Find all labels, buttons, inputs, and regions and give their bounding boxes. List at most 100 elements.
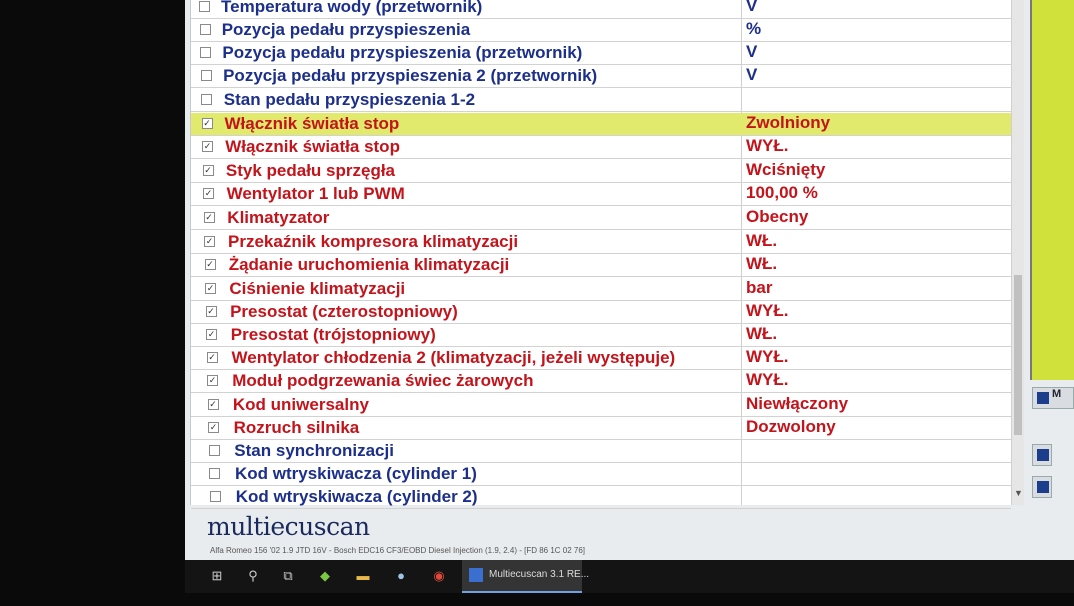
multiecuscan-window: Temperatura wody (przetwornik) V Pozycja p… xyxy=(185,0,1074,560)
steam-icon[interactable]: ● xyxy=(393,568,409,584)
parameter-name: Styk pedału sprzęgła xyxy=(225,161,396,180)
table-row[interactable]: ✓ Klimatyzator Obecny xyxy=(191,207,1011,230)
parameter-name: Pozycja pedału przyspieszenia xyxy=(221,20,471,39)
parameter-value: Zwolniony xyxy=(746,113,831,132)
table-row[interactable]: ✓ Wentylator 1 lub PWM 100,00 % xyxy=(191,183,1011,206)
parameter-value: WYŁ. xyxy=(746,370,789,389)
parameter-value: Wciśnięty xyxy=(746,160,826,179)
row-checkbox[interactable]: ✓ xyxy=(208,422,219,433)
table-row[interactable]: Stan synchronizacji xyxy=(191,440,1011,463)
row-checkbox[interactable] xyxy=(201,94,212,105)
panel-icon xyxy=(1037,392,1049,404)
row-checkbox[interactable]: ✓ xyxy=(206,352,218,363)
table-scrollbar[interactable]: ▼ xyxy=(1011,0,1024,505)
table-row[interactable]: Pozycja pedału przyspieszenia% xyxy=(191,19,1011,42)
app-logo: multiecuscan xyxy=(207,512,370,541)
row-checkbox[interactable]: ✓ xyxy=(203,212,215,223)
row-checkbox[interactable] xyxy=(209,491,221,502)
table-row[interactable]: ✓ Moduł podgrzewania świec żarowych WYŁ. xyxy=(191,370,1011,393)
parameter-name: Pozycja pedału przyspieszenia (przetworn… xyxy=(222,43,583,62)
table-row[interactable]: ✓ Kod uniwersalny Niewłączony xyxy=(191,394,1011,417)
taskbar-multiecuscan-label: Multiecuscan 3.1 RE... xyxy=(489,569,590,580)
row-checkbox[interactable] xyxy=(199,24,211,35)
parameter-value: 100,00 % xyxy=(746,183,818,202)
parameter-name: Stan pedału przyspieszenia 1-2 xyxy=(223,90,476,109)
parameter-name: Żądanie uruchomienia klimatyzacji xyxy=(228,255,510,274)
table-row[interactable]: ✓ Rozruch silnika Dozwolony xyxy=(191,417,1011,440)
table-row[interactable]: Kod wtryskiwacza (cylinder 1) xyxy=(191,463,1011,486)
parameter-name: Przekaźnik kompresora klimatyzacji xyxy=(228,232,519,251)
right-panel-button[interactable]: M xyxy=(1032,387,1074,409)
table-row[interactable]: ✓ Żądanie uruchomienia klimatyzacji WŁ. xyxy=(191,254,1011,277)
parameter-value: WŁ. xyxy=(746,254,778,273)
parameter-value: V xyxy=(746,65,758,84)
row-checkbox[interactable]: ✓ xyxy=(202,141,213,152)
row-checkbox[interactable] xyxy=(208,445,220,456)
parameter-name: Presostat (czterostopniowy) xyxy=(230,302,458,321)
parameter-name: Ciśnienie klimatyzacji xyxy=(229,279,406,298)
parameter-name: Kod wtryskiwacza (cylinder 1) xyxy=(235,464,477,483)
table-row[interactable]: ✓ Presostat (trójstopniowy) WŁ. xyxy=(191,324,1011,347)
parameter-name: Moduł podgrzewania świec żarowych xyxy=(232,371,534,390)
parameter-value: WŁ. xyxy=(746,231,778,250)
parameter-value: WYŁ. xyxy=(746,136,789,155)
table-row[interactable]: Pozycja pedału przyspieszenia 2 (przetwo… xyxy=(191,65,1011,88)
right-panel-small-button-1[interactable] xyxy=(1032,444,1052,466)
table-row[interactable]: Temperatura wody (przetwornik) V xyxy=(191,0,1011,19)
row-checkbox[interactable]: ✓ xyxy=(207,375,218,386)
table-row[interactable]: ✓ Przekaźnik kompresora klimatyzacji WŁ. xyxy=(191,231,1011,254)
parameter-name: Włącznik światła stop xyxy=(224,114,400,133)
table-row[interactable]: ✓ Wentylator chłodzenia 2 (klimatyzacji, … xyxy=(191,347,1011,370)
row-checkbox[interactable]: ✓ xyxy=(204,259,216,270)
task-view-icon[interactable]: ⧉ xyxy=(280,568,296,584)
table-row[interactable]: Pozycja pedału przyspieszenia (przetworn… xyxy=(191,42,1011,65)
row-checkbox[interactable]: ✓ xyxy=(205,283,216,294)
row-checkbox[interactable] xyxy=(200,70,212,81)
row-checkbox[interactable] xyxy=(199,1,210,12)
panel-icon xyxy=(1037,449,1049,461)
table-row[interactable]: ✓ Styk pedału sprzęgła Wciśnięty xyxy=(191,160,1011,183)
row-checkbox[interactable]: ✓ xyxy=(207,399,219,410)
parameter-value: bar xyxy=(746,278,773,297)
status-bar: Alfa Romeo 156 '02 1.9 JTD 16V - Bosch E… xyxy=(210,546,586,555)
parameter-name: Wentylator 1 lub PWM xyxy=(226,184,405,203)
right-panel-small-button-2[interactable] xyxy=(1032,476,1052,498)
row-checkbox[interactable]: ✓ xyxy=(204,236,215,247)
parameter-value: WYŁ. xyxy=(746,347,789,366)
table-row[interactable]: ✓ Włącznik światła stop WYŁ. xyxy=(191,136,1011,159)
table-row[interactable]: Stan pedału przyspieszenia 1-2 xyxy=(191,89,1011,112)
row-checkbox[interactable]: ✓ xyxy=(205,306,217,317)
windows-start-icon[interactable]: ⊞ xyxy=(209,568,225,584)
parameter-name: Temperatura wody (przetwornik) xyxy=(221,0,483,16)
table-row[interactable]: ✓ Presostat (czterostopniowy) WYŁ. xyxy=(191,301,1011,324)
table-row[interactable]: ✓ Włącznik światła stop Zwolniony xyxy=(191,113,1011,136)
file-explorer-icon[interactable]: ▬ xyxy=(355,568,371,584)
chrome-icon[interactable]: ◉ xyxy=(431,568,447,584)
panel-icon xyxy=(1037,481,1049,493)
parameter-name: Wentylator chłodzenia 2 (klimatyzacji, j… xyxy=(231,348,676,367)
table-row[interactable]: ✓ Ciśnienie klimatyzacji bar xyxy=(191,278,1011,301)
parameter-value: Dozwolony xyxy=(746,417,836,436)
parameter-name: Kod wtryskiwacza (cylinder 2) xyxy=(235,487,478,506)
parameter-name: Presostat (trójstopniowy) xyxy=(230,325,436,344)
row-checkbox[interactable]: ✓ xyxy=(206,329,217,340)
parameter-value: WYŁ. xyxy=(746,301,789,320)
right-panel xyxy=(1030,0,1074,380)
row-checkbox[interactable]: ✓ xyxy=(202,165,214,176)
parameter-name: Włącznik światła stop xyxy=(225,137,400,156)
row-checkbox[interactable] xyxy=(209,468,220,479)
row-checkbox[interactable]: ✓ xyxy=(201,118,213,129)
row-checkbox[interactable] xyxy=(200,47,211,58)
nvidia-icon[interactable]: ◆ xyxy=(317,568,333,584)
search-icon[interactable]: ⚲ xyxy=(245,568,261,584)
parameters-table: Temperatura wody (przetwornik) V Pozycja p… xyxy=(190,0,1011,509)
scrollbar-thumb[interactable] xyxy=(1014,275,1022,435)
parameter-name: Rozruch silnika xyxy=(233,418,360,437)
row-checkbox[interactable]: ✓ xyxy=(203,188,214,199)
scroll-down-icon[interactable]: ▼ xyxy=(1014,488,1023,498)
parameter-name: Pozycja pedału przyspieszenia 2 (przetwo… xyxy=(223,66,598,85)
parameter-name: Kod uniwersalny xyxy=(232,395,369,414)
parameter-value: Niewłączony xyxy=(746,394,849,413)
table-row[interactable]: Kod wtryskiwacza (cylinder 2) xyxy=(191,486,1011,509)
taskbar-multiecuscan[interactable]: Multiecuscan 3.1 RE... xyxy=(462,560,589,593)
